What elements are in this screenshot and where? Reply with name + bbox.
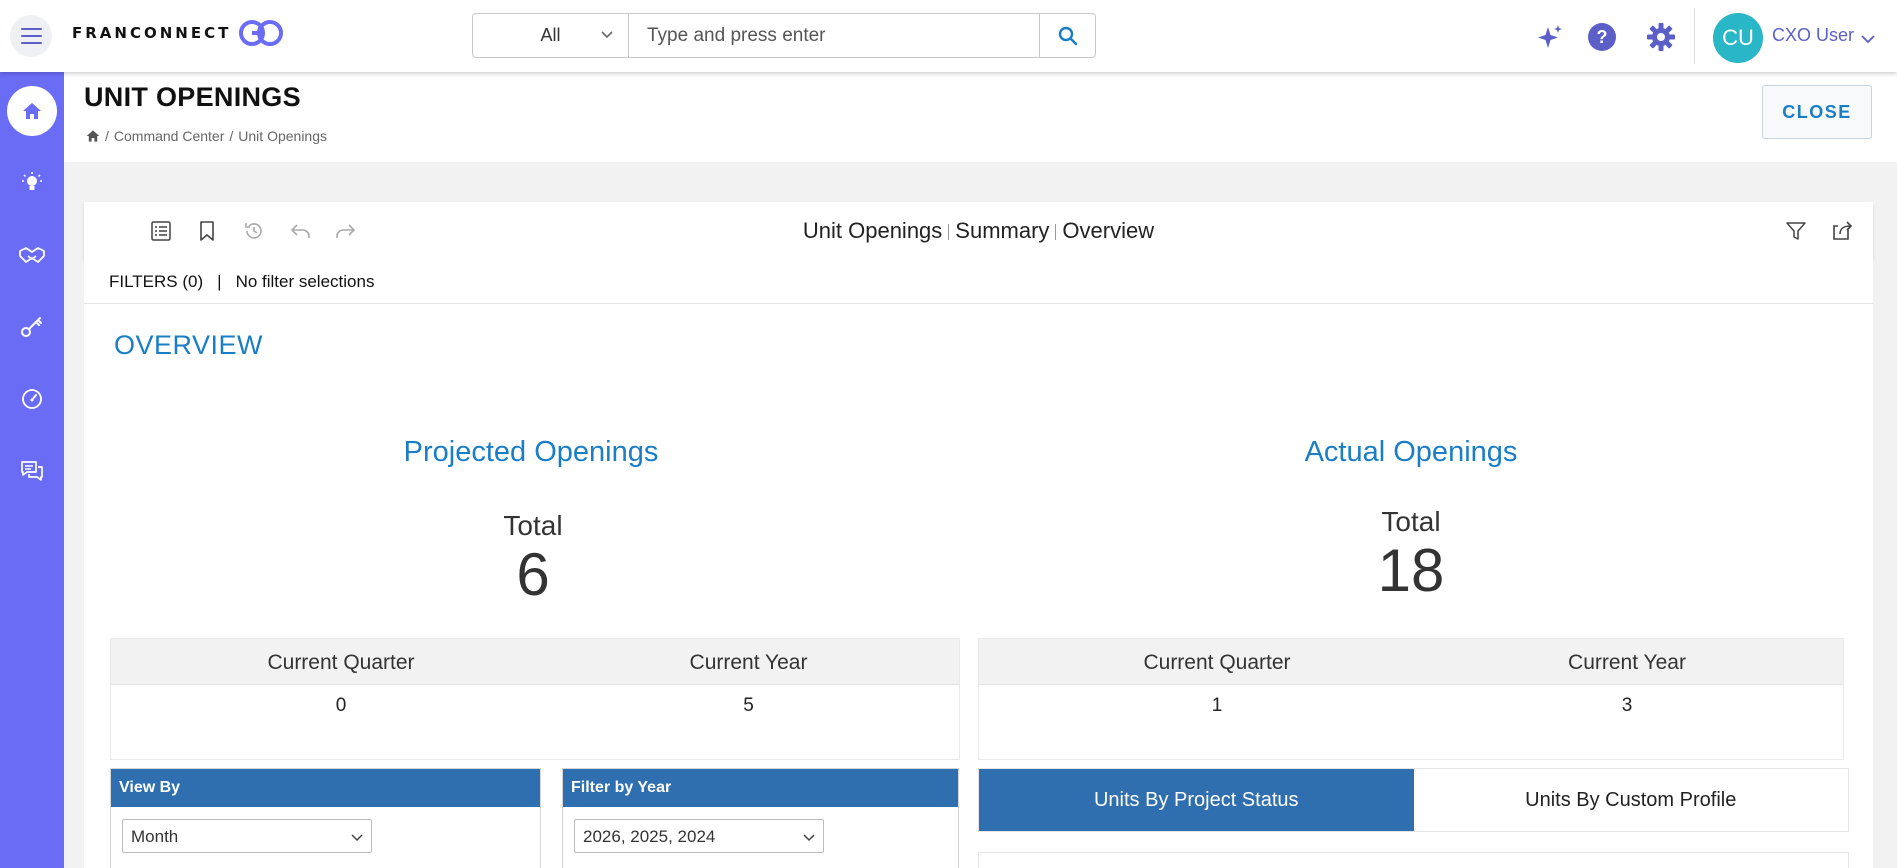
home-icon: [23, 103, 41, 119]
report-crumb: Overview: [1062, 218, 1155, 243]
section-heading: OVERVIEW: [114, 330, 264, 360]
sidebar-item-home[interactable]: [7, 86, 57, 136]
filter-year-panel: Filter by Year 2026, 2025, 2024: [562, 768, 959, 868]
sidebar-item-keys[interactable]: [7, 302, 57, 352]
filters-count[interactable]: FILTERS (0): [109, 272, 203, 291]
chevron-down-icon: [803, 834, 815, 842]
home-icon[interactable]: [86, 129, 100, 143]
page-header: UNIT OPENINGS / Command Center / Unit Op…: [64, 72, 1897, 162]
chevron-down-icon[interactable]: [1861, 34, 1875, 44]
avatar[interactable]: CU: [1713, 13, 1763, 63]
chat-icon: [21, 461, 43, 481]
settings-button[interactable]: [1646, 22, 1676, 52]
panel-title: Filter by Year: [563, 769, 958, 807]
breadcrumb: / Command Center / Unit Openings: [86, 128, 327, 144]
panel-title: View By: [111, 769, 540, 807]
filter-icon: [1786, 222, 1806, 240]
sidebar-item-ideas[interactable]: [7, 158, 57, 208]
divider: [1694, 8, 1695, 64]
projected-openings-title[interactable]: Projected Openings: [331, 436, 731, 469]
search-category-select[interactable]: All: [473, 14, 629, 57]
key-icon: [21, 317, 42, 337]
report-crumb[interactable]: Summary: [955, 218, 1049, 243]
sparkle-icon: [1538, 25, 1562, 48]
logo-text: FRANCONNECT: [72, 24, 232, 42]
page-title: UNIT OPENINGS: [84, 82, 301, 112]
menu-line: [20, 35, 42, 37]
crumb-separator: [948, 224, 950, 241]
view-by-panel: View By Month: [110, 768, 541, 868]
projected-total-label: Total: [503, 510, 563, 541]
actual-openings-title[interactable]: Actual Openings: [1211, 436, 1611, 469]
sidebar-item-messages[interactable]: [7, 446, 57, 496]
actual-year-value: 3: [1621, 695, 1633, 716]
column-header: Current Quarter: [1143, 651, 1291, 674]
breadcrumb-item[interactable]: Command Center: [114, 128, 225, 144]
help-button[interactable]: ?: [1587, 22, 1617, 52]
filter-button[interactable]: [1784, 219, 1808, 243]
share-button[interactable]: [1831, 219, 1855, 243]
search-input[interactable]: [629, 14, 1039, 57]
projected-total-value: 6: [516, 541, 550, 608]
column-header: Current Year: [1568, 651, 1686, 674]
filters-bar: FILTERS (0) | No filter selections: [84, 260, 1873, 304]
crumb-separator: [1055, 224, 1057, 241]
menu-line: [20, 28, 42, 30]
filters-text: No filter selections: [235, 272, 375, 291]
svg-text:?: ?: [1597, 27, 1608, 47]
report-breadcrumb: Unit Openings Summary Overview: [84, 218, 1873, 244]
help-icon: ?: [1588, 23, 1616, 51]
menu-line: [20, 42, 42, 44]
top-bar: FRANCONNECT All ?: [0, 0, 1897, 72]
franconnect-logo[interactable]: FRANCONNECT: [72, 18, 285, 48]
sidebar: [0, 72, 64, 868]
column-header: Current Year: [689, 651, 808, 674]
handshake-icon: [19, 247, 45, 263]
sidebar-item-deals[interactable]: [7, 230, 57, 280]
user-name[interactable]: CXO User: [1772, 25, 1854, 46]
tab-units-by-project-status[interactable]: Units By Project Status: [979, 769, 1414, 831]
units-tabs: Units By Project Status Units By Custom …: [978, 768, 1849, 832]
projected-period-table: Current Quarter Current Year 0 5: [110, 638, 960, 760]
chevron-down-icon: [351, 834, 363, 842]
report-crumb[interactable]: Unit Openings: [803, 218, 942, 243]
view-by-select[interactable]: Month: [122, 819, 372, 853]
go-logo-icon: [239, 20, 284, 46]
breadcrumb-separator: /: [105, 128, 109, 144]
menu-button[interactable]: [10, 15, 52, 57]
actual-total-label: Total: [1381, 506, 1441, 537]
speedometer-icon: [22, 389, 42, 409]
filters-separator: |: [217, 272, 222, 291]
sidebar-item-dashboard[interactable]: [7, 374, 57, 424]
gear-icon: [1647, 23, 1675, 51]
ai-sparkle-button[interactable]: [1535, 22, 1565, 52]
select-value: Month: [131, 827, 179, 846]
search-button[interactable]: [1039, 14, 1095, 57]
search-icon: [1058, 26, 1077, 45]
actual-quarter-value: 1: [1211, 695, 1223, 716]
breadcrumb-item: Unit Openings: [238, 128, 327, 144]
lightbulb-icon: [22, 172, 42, 190]
filter-year-select[interactable]: 2026, 2025, 2024: [574, 819, 824, 853]
share-icon: [1833, 221, 1853, 240]
select-value: 2026, 2025, 2024: [583, 827, 716, 846]
search-category-value: All: [540, 25, 561, 45]
projected-year-value: 5: [743, 695, 754, 716]
global-search: All: [472, 13, 1096, 58]
actual-total-value: 18: [1377, 537, 1445, 604]
breadcrumb-separator: /: [229, 128, 234, 144]
chevron-down-icon: [601, 31, 613, 39]
column-header: Current Quarter: [267, 651, 415, 674]
projected-quarter-value: 0: [335, 695, 347, 716]
close-button[interactable]: CLOSE: [1762, 85, 1872, 139]
actual-period-table: Current Quarter Current Year 1 3: [978, 638, 1844, 760]
tab-panel: [978, 852, 1849, 868]
tab-units-by-custom-profile[interactable]: Units By Custom Profile: [1414, 769, 1849, 831]
report-toolbar: Unit Openings Summary Overview: [84, 202, 1873, 260]
